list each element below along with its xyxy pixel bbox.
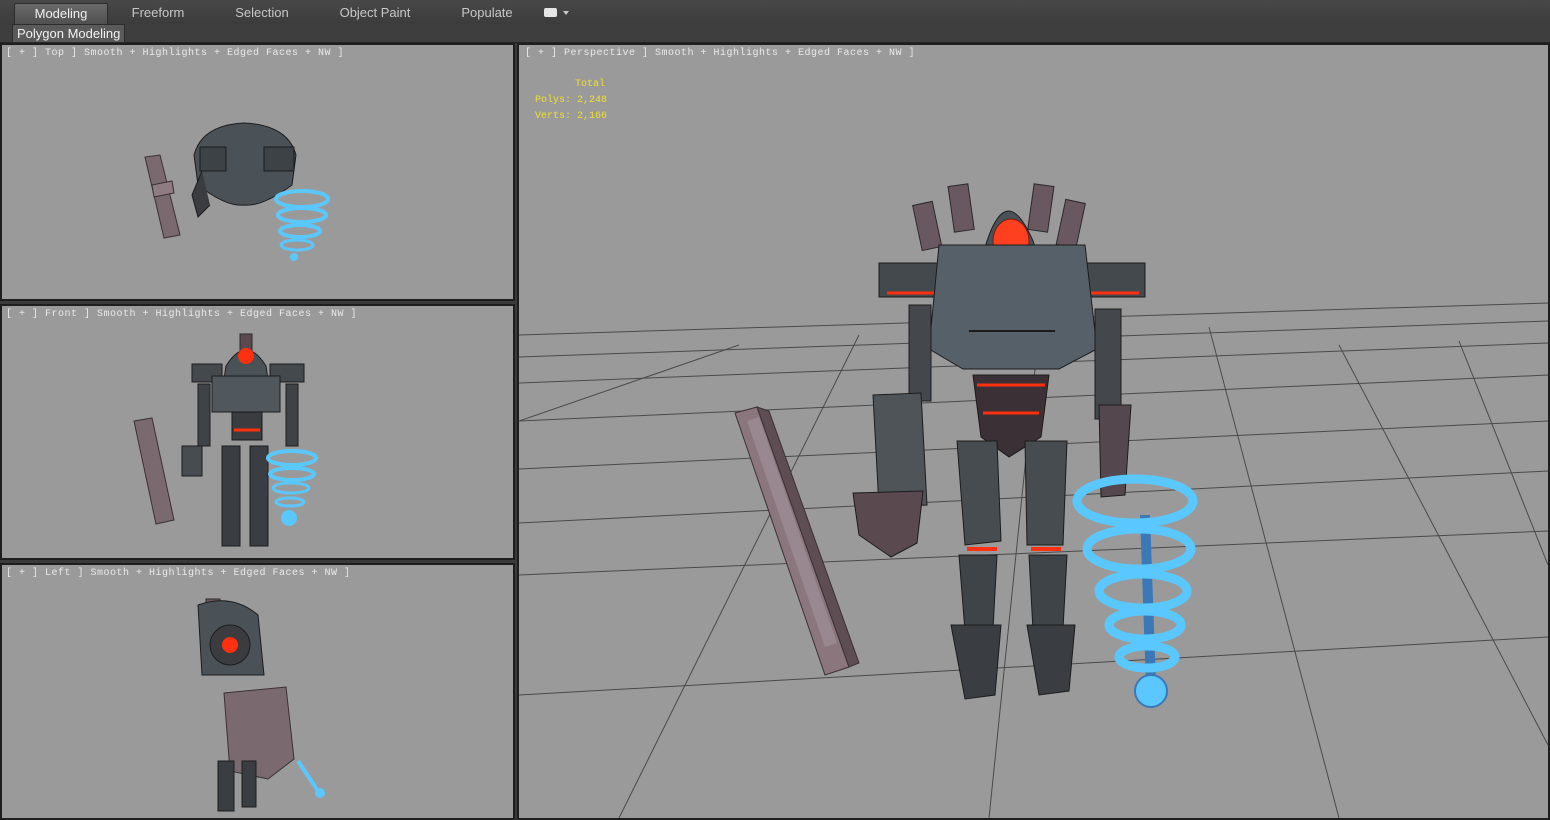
robot-left-view <box>197 598 325 812</box>
tab-freeform[interactable]: Freeform <box>116 3 200 23</box>
ribbon-menu-icon[interactable] <box>544 8 557 17</box>
tab-object-paint[interactable]: Object Paint <box>330 3 420 23</box>
viewport-top[interactable]: [ + ] Top ] Smooth + Highlights + Edged … <box>0 43 515 301</box>
viewport-left[interactable]: [ + ] Left ] Smooth + Highlights + Edged… <box>0 563 515 820</box>
robot-top-view <box>144 122 330 261</box>
robot-front-view <box>133 333 318 547</box>
ribbon-tabs: Modeling Freeform Selection Object Paint… <box>0 0 1550 25</box>
chevron-down-icon[interactable] <box>563 11 569 15</box>
perspective-scene <box>519 183 1548 818</box>
robot-character <box>852 183 1146 700</box>
ribbon-panel-bar: Polygon Modeling <box>0 24 1550 43</box>
viewport-perspective[interactable]: [ + ] Perspective ] Smooth + Highlights … <box>517 43 1550 820</box>
drill-weapon <box>1072 474 1198 708</box>
viewport-front[interactable]: [ + ] Front ] Smooth + Highlights + Edge… <box>0 304 515 560</box>
tab-modeling[interactable]: Modeling <box>14 3 108 24</box>
tab-populate[interactable]: Populate <box>448 3 526 23</box>
shield-prop <box>734 406 860 676</box>
tab-selection[interactable]: Selection <box>220 3 304 23</box>
polygon-modeling-panel[interactable]: Polygon Modeling <box>12 24 126 43</box>
